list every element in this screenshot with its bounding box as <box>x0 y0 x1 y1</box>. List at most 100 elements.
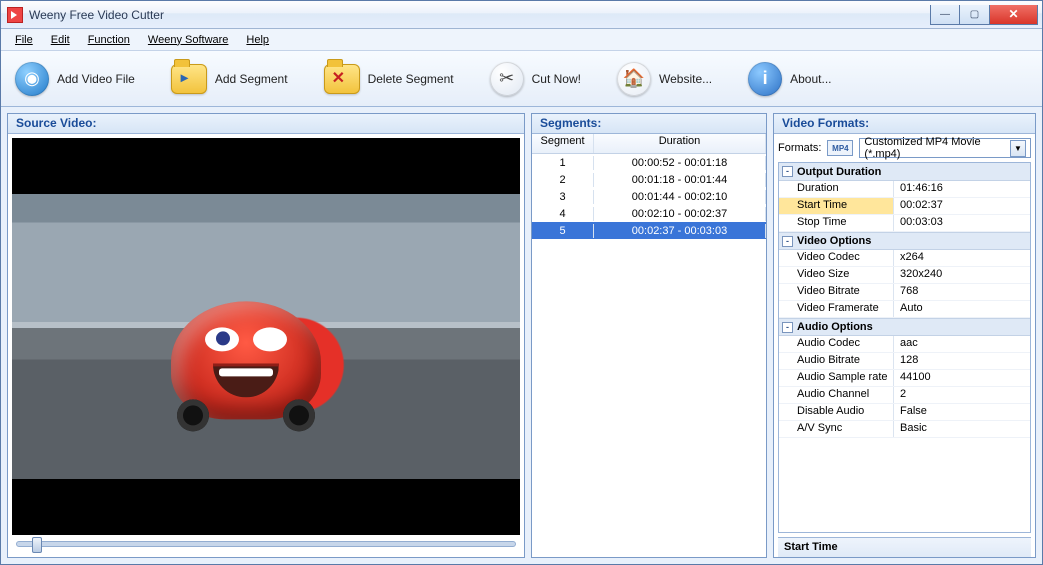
minimize-button[interactable]: — <box>930 5 960 25</box>
car-illustration <box>171 301 321 419</box>
property-key: Video Size <box>779 267 894 283</box>
formats-body: Formats: MP4 Customized MP4 Movie (*.mp4… <box>774 134 1035 557</box>
segment-duration: 00:00:52 - 00:01:18 <box>594 156 766 170</box>
collapse-icon[interactable]: - <box>782 236 793 247</box>
about-label: About... <box>790 72 831 86</box>
property-key: Duration <box>779 181 894 197</box>
toolbar: ◉ Add Video File Add Segment Delete Segm… <box>1 51 1042 107</box>
formats-label: Formats: <box>778 142 821 154</box>
menu-file[interactable]: File <box>7 32 41 48</box>
add-segment-button[interactable]: Add Segment <box>171 64 288 94</box>
source-video-panel: Source Video: <box>7 113 525 558</box>
segment-row[interactable]: 100:00:52 - 00:01:18 <box>532 154 766 171</box>
property-value[interactable]: 01:46:16 <box>894 181 1030 197</box>
car-wheel-right <box>283 399 315 431</box>
seek-slider[interactable] <box>16 541 516 547</box>
video-preview[interactable] <box>12 138 520 535</box>
home-icon: 🏠 <box>617 62 651 96</box>
property-row[interactable]: A/V SyncBasic <box>779 421 1030 438</box>
segment-duration: 00:02:37 - 00:03:03 <box>594 224 766 238</box>
titlebar: Weeny Free Video Cutter — ▢ ✕ <box>1 1 1042 29</box>
property-key: Stop Time <box>779 215 894 231</box>
property-value[interactable]: 320x240 <box>894 267 1030 283</box>
property-row[interactable]: Video Size320x240 <box>779 267 1030 284</box>
property-row[interactable]: Video Bitrate768 <box>779 284 1030 301</box>
property-row[interactable]: Stop Time00:03:03 <box>779 215 1030 232</box>
seek-thumb[interactable] <box>32 537 42 553</box>
segments-header-row: Segment Duration <box>532 134 766 154</box>
segment-row[interactable]: 500:02:37 - 00:03:03 <box>532 222 766 239</box>
collapse-icon[interactable]: - <box>782 166 793 177</box>
property-value[interactable]: False <box>894 404 1030 420</box>
property-section-title: Audio Options <box>797 321 873 333</box>
property-row[interactable]: Audio Channel2 <box>779 387 1030 404</box>
menu-help[interactable]: Help <box>238 32 277 48</box>
property-key: Audio Bitrate <box>779 353 894 369</box>
chevron-down-icon[interactable]: ▼ <box>1010 140 1026 157</box>
segments-header-duration[interactable]: Duration <box>594 134 766 153</box>
property-value[interactable]: 768 <box>894 284 1030 300</box>
segment-number: 2 <box>532 173 594 187</box>
menu-weeny-software[interactable]: Weeny Software <box>140 32 237 48</box>
property-row[interactable]: Start Time00:02:37 <box>779 198 1030 215</box>
property-row[interactable]: Audio Sample rate44100 <box>779 370 1030 387</box>
cut-now-button[interactable]: ✂ Cut Now! <box>490 62 581 96</box>
property-row[interactable]: Audio Bitrate128 <box>779 353 1030 370</box>
property-row[interactable]: Video FramerateAuto <box>779 301 1030 318</box>
film-reel-icon: ◉ <box>15 62 49 96</box>
segment-number: 5 <box>532 224 594 238</box>
segment-duration: 00:02:10 - 00:02:37 <box>594 207 766 221</box>
window-title: Weeny Free Video Cutter <box>29 8 930 22</box>
property-value[interactable]: x264 <box>894 250 1030 266</box>
seek-slider-row <box>12 535 520 553</box>
collapse-icon[interactable]: - <box>782 322 793 333</box>
car-eye-left <box>216 331 230 345</box>
property-section-title: Video Options <box>797 235 871 247</box>
property-value[interactable]: aac <box>894 336 1030 352</box>
property-value[interactable]: Basic <box>894 421 1030 437</box>
property-value[interactable]: 2 <box>894 387 1030 403</box>
property-value[interactable]: 44100 <box>894 370 1030 386</box>
close-button[interactable]: ✕ <box>990 5 1038 25</box>
property-key: Video Codec <box>779 250 894 266</box>
segments-header-segment[interactable]: Segment <box>532 134 594 153</box>
property-value[interactable]: 128 <box>894 353 1030 369</box>
car-eye-right <box>262 331 276 345</box>
add-video-file-button[interactable]: ◉ Add Video File <box>15 62 135 96</box>
car-mouth <box>213 363 279 397</box>
segment-row[interactable]: 400:02:10 - 00:02:37 <box>532 205 766 222</box>
about-button[interactable]: i About... <box>748 62 831 96</box>
format-dropdown[interactable]: Customized MP4 Movie (*.mp4) ▼ <box>859 138 1031 158</box>
property-key: Audio Sample rate <box>779 370 894 386</box>
folder-delete-icon <box>324 64 360 94</box>
property-key: Audio Channel <box>779 387 894 403</box>
segment-duration: 00:01:18 - 00:01:44 <box>594 173 766 187</box>
property-section-header[interactable]: -Output Duration <box>779 163 1030 181</box>
website-button[interactable]: 🏠 Website... <box>617 62 712 96</box>
maximize-button[interactable]: ▢ <box>960 5 990 25</box>
property-key: Video Bitrate <box>779 284 894 300</box>
app-icon <box>7 7 23 23</box>
segment-row[interactable]: 200:01:18 - 00:01:44 <box>532 171 766 188</box>
property-key: Start Time <box>779 198 894 214</box>
property-section-title: Output Duration <box>797 166 881 178</box>
menu-function[interactable]: Function <box>80 32 138 48</box>
property-section-header[interactable]: -Audio Options <box>779 318 1030 336</box>
segments-title: Segments: <box>532 114 766 134</box>
property-grid: -Output DurationDuration01:46:16Start Ti… <box>778 162 1031 533</box>
menu-edit[interactable]: Edit <box>43 32 78 48</box>
property-row[interactable]: Duration01:46:16 <box>779 181 1030 198</box>
property-row[interactable]: Audio Codecaac <box>779 336 1030 353</box>
property-row[interactable]: Video Codecx264 <box>779 250 1030 267</box>
property-description: Start Time <box>778 537 1031 557</box>
property-row[interactable]: Disable AudioFalse <box>779 404 1030 421</box>
property-value[interactable]: Auto <box>894 301 1030 317</box>
segment-row[interactable]: 300:01:44 - 00:02:10 <box>532 188 766 205</box>
property-section-header[interactable]: -Video Options <box>779 232 1030 250</box>
main-area: Source Video: <box>1 107 1042 564</box>
delete-segment-button[interactable]: Delete Segment <box>324 64 454 94</box>
car-wheel-left <box>177 399 209 431</box>
video-wrapper <box>8 134 524 557</box>
property-value[interactable]: 00:03:03 <box>894 215 1030 231</box>
property-value[interactable]: 00:02:37 <box>894 198 1030 214</box>
